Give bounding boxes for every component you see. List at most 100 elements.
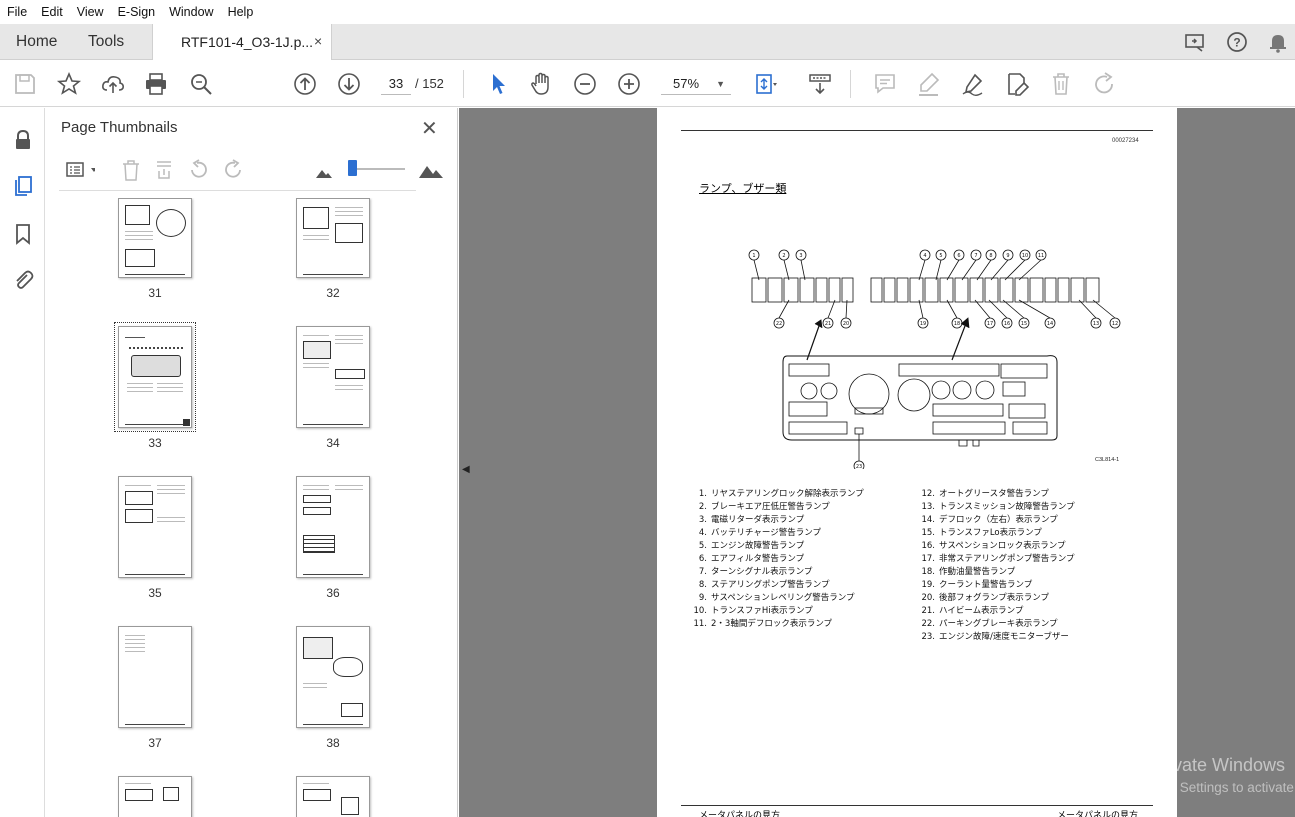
menu-edit[interactable]: Edit <box>34 5 70 19</box>
legend-item: 17. 非常ステアリングポンプ警告ランプ <box>921 554 1075 564</box>
next-page-icon[interactable] <box>336 71 362 97</box>
thumbnail-page-40[interactable] <box>296 776 370 817</box>
legend-right: 12. オートグリースタ警告ランプ 13. トランスミッション故障警告ランプ 14.… <box>917 488 1075 644</box>
select-cursor-icon[interactable] <box>485 71 511 97</box>
zoom-out-icon[interactable] <box>572 71 598 97</box>
thumbnail-page-37[interactable] <box>118 626 192 728</box>
thumbnail-page-33[interactable] <box>114 322 196 432</box>
upload-cloud-icon[interactable] <box>100 71 126 97</box>
activate-windows-watermark: Activate Windows <box>1143 755 1286 775</box>
thumbnail-text-line <box>303 239 329 240</box>
thumbnail-text-line <box>157 391 183 392</box>
comment-icon[interactable] <box>872 71 898 97</box>
delete-trash-icon[interactable] <box>1048 71 1074 97</box>
thumbnail-size-slider-handle[interactable] <box>348 160 357 176</box>
tab-home[interactable]: Home <box>16 33 57 51</box>
bookmark-star-icon[interactable] <box>56 71 82 97</box>
thumbnail-text-line <box>303 489 329 490</box>
thumbnail-options-icon[interactable] <box>59 158 97 182</box>
thumbnail-page-number: 32 <box>326 286 340 300</box>
svg-text:9: 9 <box>1006 253 1009 259</box>
rotate-right-icon[interactable] <box>221 158 245 182</box>
zoom-search-icon[interactable] <box>188 71 214 97</box>
sign-pen-icon[interactable] <box>960 71 986 97</box>
thumbnail-figure <box>129 347 183 353</box>
page-total: / 152 <box>415 76 444 91</box>
thumbnail-text-line <box>335 339 363 340</box>
document-viewport[interactable]: ◀ 00027234 ランプ、ブザー類 1 2 3 4 5 6 7 8 9 10… <box>459 108 1295 817</box>
menu-file[interactable]: File <box>0 5 34 19</box>
hand-pan-icon[interactable] <box>528 71 554 97</box>
legend-item: 16. サスペンションロック表示ランプ <box>921 541 1066 551</box>
thumbnail-text-line <box>125 647 145 648</box>
thumbnail-size-slider[interactable] <box>351 168 405 170</box>
page-number-input[interactable]: 33 <box>381 73 411 95</box>
legend-item: 22. パーキングブレーキ表示ランプ <box>921 619 1058 629</box>
save-icon[interactable] <box>12 71 38 97</box>
legend-item: 6. エアフィルタ警告ランプ <box>698 554 805 564</box>
svg-text:17: 17 <box>987 321 993 327</box>
redo-icon[interactable] <box>1092 71 1118 97</box>
svg-text:4: 4 <box>923 253 926 259</box>
fit-page-icon[interactable] <box>752 71 778 97</box>
thumbnail-text-line <box>157 489 185 490</box>
thumbnail-figure <box>125 789 153 801</box>
close-tab-icon[interactable]: × <box>314 33 322 49</box>
thumbnail-smaller-icon[interactable] <box>312 158 336 182</box>
footer-right: メータパネルの見方 <box>1057 811 1139 817</box>
thumbnail-figure <box>303 637 333 659</box>
close-panel-icon[interactable]: ✕ <box>421 116 438 141</box>
delete-page-icon[interactable] <box>119 158 143 182</box>
thumbnail-text-line <box>335 215 363 216</box>
thumbnail-page-39[interactable] <box>118 776 192 817</box>
menu-window[interactable]: Window <box>162 5 220 19</box>
svg-text:21: 21 <box>825 321 831 327</box>
thumbnail-page-32[interactable] <box>296 198 370 278</box>
tab-document[interactable]: RTF101-4_O3-1J.p... × <box>152 24 332 60</box>
thumbnail-text-line <box>157 521 185 522</box>
thumbnail-text-line <box>335 207 363 208</box>
thumbnail-footer-line <box>303 424 363 425</box>
rotate-left-icon[interactable] <box>187 158 211 182</box>
thumbnail-text-line <box>335 389 363 390</box>
bookmarks-icon[interactable] <box>11 222 35 246</box>
thumbnail-figure <box>335 369 365 379</box>
extract-page-icon[interactable] <box>153 158 177 182</box>
share-screen-icon[interactable] <box>1183 30 1207 54</box>
legend-item: 11. 2・3軸間デフロック表示ランプ <box>693 619 833 629</box>
edit-document-icon[interactable] <box>1004 71 1030 97</box>
highlight-pen-icon[interactable] <box>916 71 942 97</box>
attachments-paperclip-icon[interactable] <box>11 268 35 292</box>
svg-text:3: 3 <box>799 253 802 259</box>
legend-item: 4. バッテリチャージ警告ランプ <box>698 528 821 538</box>
thumbnail-page-31[interactable] <box>118 198 192 278</box>
thumbnail-page-36[interactable] <box>296 476 370 578</box>
collapse-panel-icon[interactable]: ◀ <box>462 464 470 475</box>
help-icon[interactable]: ? <box>1225 30 1249 54</box>
legend-item: 21. ハイビーム表示ランプ <box>921 606 1024 616</box>
zoom-level-select[interactable]: 57% ▼ <box>661 73 731 95</box>
page-thumbnails-icon[interactable] <box>11 174 35 198</box>
menu-esign[interactable]: E-Sign <box>111 5 163 19</box>
thumbnail-page-34[interactable] <box>296 326 370 428</box>
thumbnail-figure <box>303 495 331 503</box>
thumbnail-page-35[interactable] <box>118 476 192 578</box>
legend-item: 14. デフロック（左右）表示ランプ <box>921 515 1058 525</box>
thumbnail-larger-icon[interactable] <box>417 158 443 182</box>
notification-bell-icon[interactable] <box>1266 30 1290 54</box>
pdf-page: 00027234 ランプ、ブザー類 1 2 3 4 5 6 7 8 9 10 1… <box>657 108 1177 817</box>
thumbnail-figure <box>303 207 329 229</box>
previous-page-icon[interactable] <box>292 71 318 97</box>
print-icon[interactable] <box>143 71 169 97</box>
zoom-in-icon[interactable] <box>616 71 642 97</box>
lock-icon[interactable] <box>11 128 35 152</box>
menu-help[interactable]: Help <box>221 5 261 19</box>
menu-view[interactable]: View <box>70 5 111 19</box>
tab-tools[interactable]: Tools <box>88 33 124 51</box>
thumbnail-figure <box>303 507 331 515</box>
scroll-mode-icon[interactable] <box>807 71 833 97</box>
svg-text:12: 12 <box>1112 321 1118 327</box>
thumbnail-page-38[interactable] <box>296 626 370 728</box>
svg-text:16: 16 <box>1004 321 1010 327</box>
header-rule <box>681 130 1153 131</box>
